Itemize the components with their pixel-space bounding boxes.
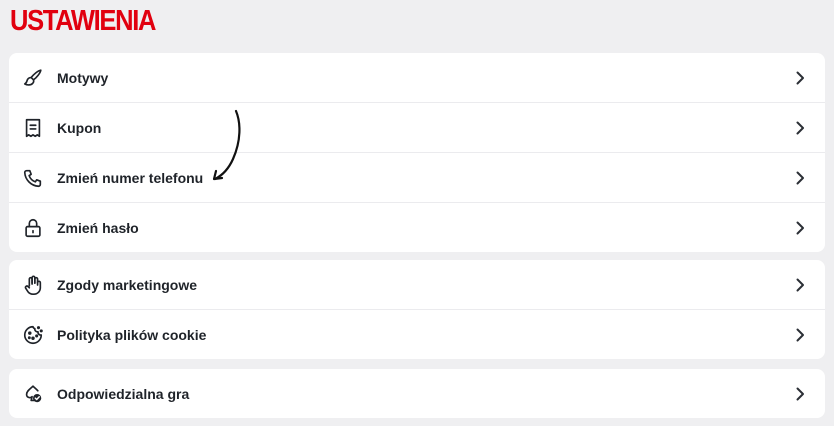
phone-icon [22,167,44,189]
settings-group-responsible-gaming: Odpowiedzialna gra [9,369,825,418]
cookie-icon [22,324,44,346]
chevron-right-icon [793,387,807,401]
responsible-gaming-icon [22,383,44,405]
menu-item-label: Zmień hasło [57,219,139,236]
menu-item-label: Zmień numer telefonu [57,169,204,186]
settings-group-privacy: Zgody marketingowe Polityka plików cooki… [9,260,825,359]
receipt-icon [22,117,44,139]
menu-item-cookie-policy[interactable]: Polityka plików cookie [9,310,825,359]
page-title: USTAWIENIA [10,5,156,37]
menu-item-label: Zgody marketingowe [57,276,198,293]
menu-item-label: Kupon [57,119,102,136]
hand-icon [22,274,44,296]
menu-item-responsible-gaming[interactable]: Odpowiedzialna gra [9,369,825,418]
chevron-right-icon [793,328,807,342]
menu-item-change-phone[interactable]: Zmień numer telefonu [9,153,825,203]
chevron-right-icon [793,278,807,292]
chevron-right-icon [793,171,807,185]
chevron-right-icon [793,121,807,135]
menu-item-kupon[interactable]: Kupon [9,103,825,153]
menu-item-marketing-consents[interactable]: Zgody marketingowe [9,260,825,310]
settings-group-account: Motywy Kupon Zmień numer telefonu Zmień … [9,53,825,252]
menu-item-motywy[interactable]: Motywy [9,53,825,103]
chevron-right-icon [793,221,807,235]
brush-icon [22,67,44,89]
lock-icon [22,217,44,239]
menu-item-label: Odpowiedzialna gra [57,385,190,402]
chevron-right-icon [793,71,807,85]
menu-item-label: Motywy [57,69,109,86]
menu-item-change-password[interactable]: Zmień hasło [9,203,825,252]
menu-item-label: Polityka plików cookie [57,326,207,343]
